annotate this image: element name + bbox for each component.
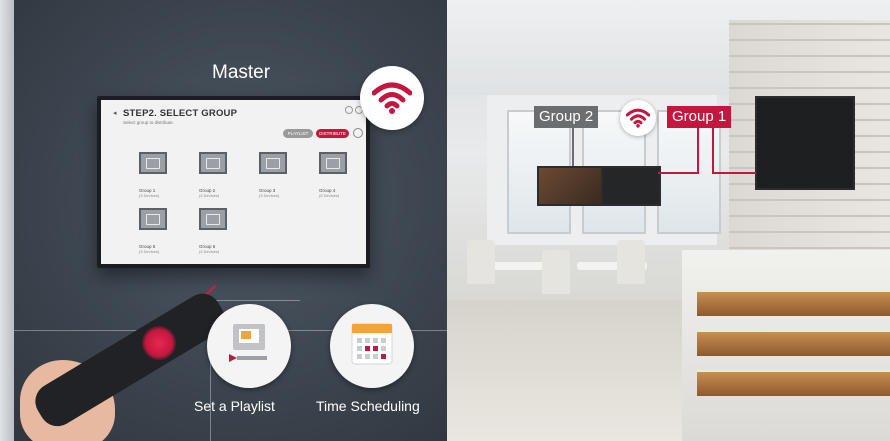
playlist-label: Set a Playlist: [194, 398, 275, 414]
left-edge: [0, 0, 14, 441]
playlist-button[interactable]: PLAYLIST: [283, 129, 313, 138]
group-tile[interactable]: Group 3 (3 Devices): [259, 152, 304, 198]
group-count: (4 Devices): [199, 249, 220, 254]
group-count: (5 Devices): [319, 193, 340, 198]
bakery-photo: [447, 0, 890, 441]
playlist-feature: [207, 304, 291, 388]
schedule-label: Time Scheduling: [316, 398, 420, 414]
leader-line: [658, 172, 699, 174]
pastry-shelf: [697, 330, 890, 356]
group-count: (3 Devices): [139, 249, 160, 254]
group-tile[interactable]: Group 1 (3 Devices): [139, 152, 184, 198]
tv-screen: ◂ STEP2. SELECT GROUP Select group to di…: [101, 100, 366, 264]
calendar-icon: [351, 323, 393, 365]
group-count: (4 Devices): [199, 193, 220, 198]
group-thumbnail-icon: [139, 152, 167, 174]
group-thumbnail-icon: [199, 152, 227, 174]
master-label: Master: [212, 62, 271, 83]
left-panel: Master ◂ STEP2. SELECT GROUP Select grou…: [0, 0, 447, 441]
master-tv: ◂ STEP2. SELECT GROUP Select group to di…: [97, 96, 370, 268]
group-thumbnail-icon: [199, 208, 227, 230]
refresh-icon[interactable]: [353, 128, 363, 138]
remote-emitter-icon: [142, 326, 176, 360]
group-tile[interactable]: Group 4 (5 Devices): [319, 152, 364, 198]
screen-title: STEP2. SELECT GROUP: [123, 108, 238, 119]
group-count: (3 Devices): [139, 193, 160, 198]
group-thumbnail-icon: [319, 152, 347, 174]
group2-display-bread: [537, 166, 603, 206]
group1-display: [755, 96, 855, 190]
group1-tag: Group 1: [667, 106, 732, 128]
leader-line: [572, 128, 574, 166]
playlist-icon: [229, 324, 267, 362]
group-thumbnail-icon: [259, 152, 287, 174]
schedule-feature: [330, 304, 414, 388]
composite-image: Master ◂ STEP2. SELECT GROUP Select grou…: [0, 0, 890, 441]
wifi-icon: [360, 66, 424, 130]
leader-line: [697, 128, 699, 172]
group-count: (3 Devices): [259, 193, 280, 198]
pastry-shelf: [697, 290, 890, 316]
group2-tag: Group 2: [534, 106, 599, 128]
chair: [542, 250, 570, 294]
back-icon[interactable]: ◂: [113, 109, 117, 117]
group-tile[interactable]: Group 5 (3 Devices): [139, 208, 184, 254]
distribute-button[interactable]: DISTRIBUTE: [316, 129, 349, 138]
chair: [467, 240, 495, 284]
group2-display-menu: [601, 166, 661, 206]
guide-line: [210, 300, 300, 301]
leader-line: [712, 172, 756, 174]
help-icon[interactable]: [345, 106, 353, 114]
group-tile[interactable]: Group 2 (4 Devices): [199, 152, 244, 198]
group-tile[interactable]: Group 6 (4 Devices): [199, 208, 244, 254]
chair: [617, 240, 645, 284]
pastry-shelf: [697, 370, 890, 396]
leader-line: [712, 128, 714, 172]
group-thumbnail-icon: [139, 208, 167, 230]
screen-subtitle: Select group to distribute.: [123, 120, 175, 125]
wifi-icon: [620, 100, 656, 136]
